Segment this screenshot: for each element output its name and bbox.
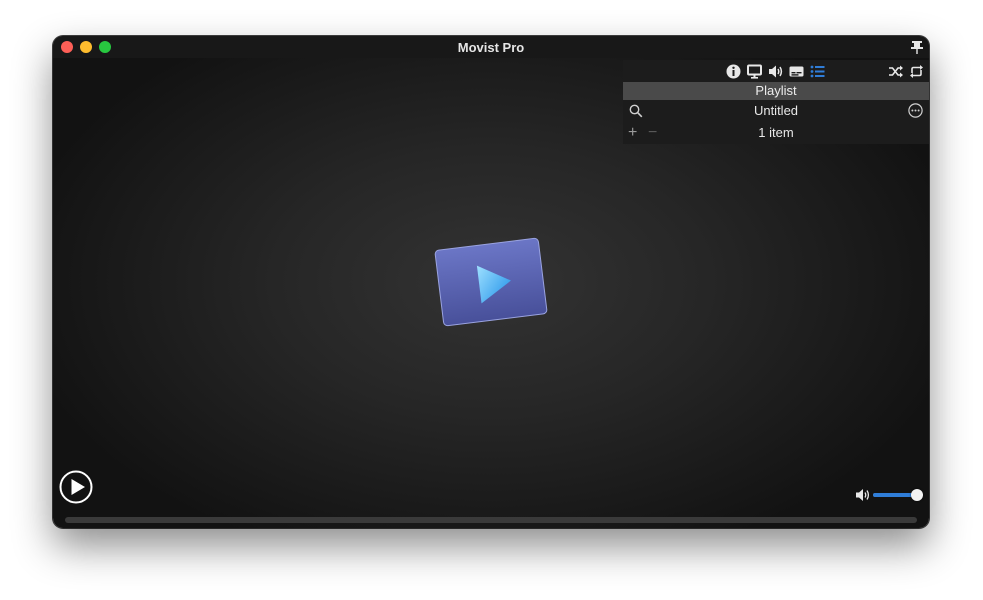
more-options-icon[interactable] <box>908 103 923 118</box>
title-bar[interactable]: Movist Pro <box>53 36 929 58</box>
playlist-header: Playlist <box>623 82 929 100</box>
search-icon[interactable] <box>629 104 643 118</box>
add-item-button[interactable]: + <box>628 122 637 144</box>
volume-slider[interactable] <box>873 488 923 502</box>
playlist-icon[interactable] <box>810 64 825 79</box>
player-window: Movist Pro Playlist Untitled + − 1 item <box>53 36 929 528</box>
audio-icon[interactable] <box>768 64 783 79</box>
volume-knob[interactable] <box>911 489 923 501</box>
play-button[interactable] <box>59 470 93 504</box>
panel-toolbar <box>623 60 929 82</box>
remove-item-button[interactable]: − <box>648 122 657 144</box>
playlist-count-row: + − 1 item <box>623 122 929 144</box>
repeat-icon[interactable] <box>909 64 924 79</box>
playlist-title-row: Untitled <box>623 100 929 122</box>
shuffle-icon[interactable] <box>888 64 903 79</box>
playlist-panel: Playlist Untitled + − 1 item <box>623 60 929 144</box>
seek-bar[interactable] <box>65 517 917 523</box>
playlist-name[interactable]: Untitled <box>754 103 798 118</box>
display-icon[interactable] <box>747 64 762 79</box>
item-count: 1 item <box>758 125 794 140</box>
pin-icon[interactable] <box>911 40 923 54</box>
info-icon[interactable] <box>726 64 741 79</box>
volume-icon[interactable] <box>856 488 871 502</box>
window-title: Movist Pro <box>457 40 525 55</box>
subtitle-icon[interactable] <box>789 64 804 79</box>
movist-logo-icon <box>434 237 548 327</box>
